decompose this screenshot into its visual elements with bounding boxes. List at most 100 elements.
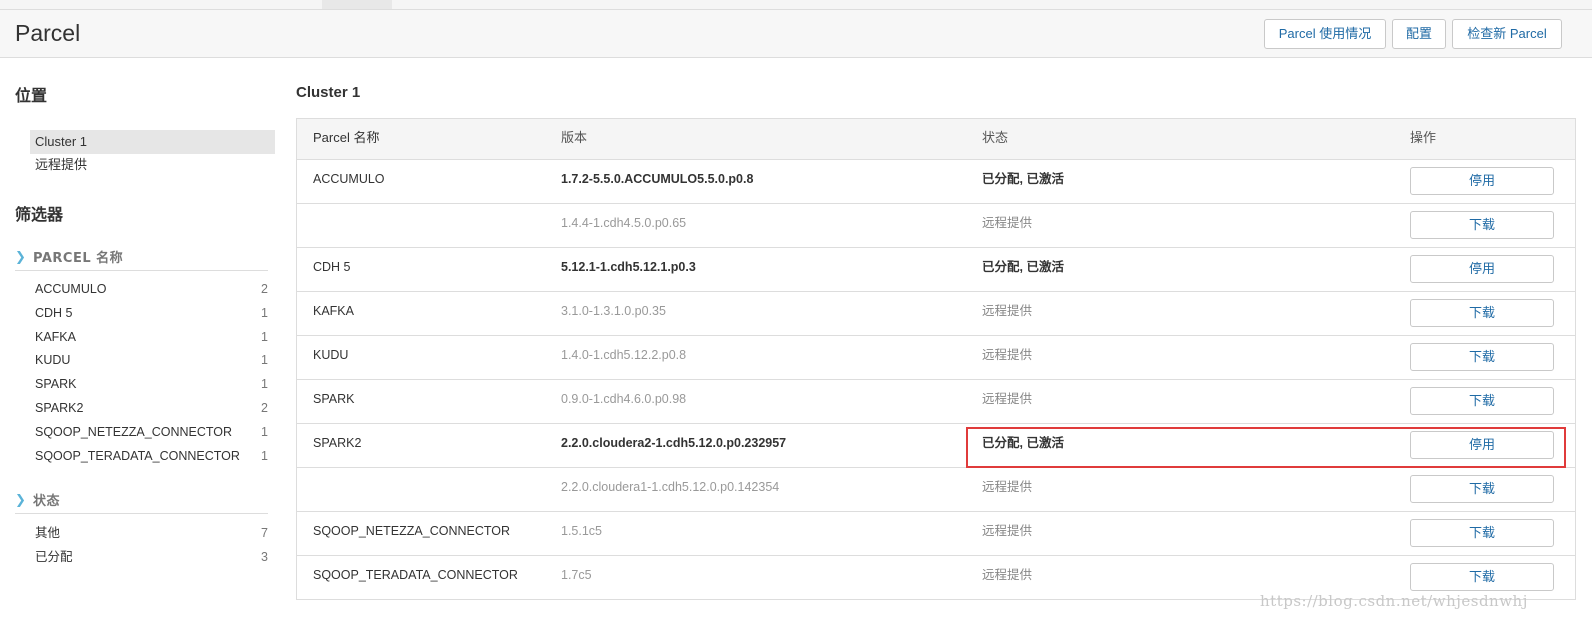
download-button[interactable]: 下载 [1410, 343, 1554, 371]
table-row: CDH 5 5.12.1-1.cdh5.12.1.p0.3 已分配, 已激活 停用 [297, 247, 1575, 291]
column-header-action: 操作 [1410, 130, 1437, 145]
filter-item-label: SQOOP_TERADATA_CONNECTOR [35, 448, 240, 463]
deactivate-button[interactable]: 停用 [1410, 255, 1554, 283]
filter-item-count: 1 [261, 353, 268, 368]
filter-item-label: CDH 5 [35, 305, 73, 320]
download-button[interactable]: 下载 [1410, 475, 1554, 503]
download-button[interactable]: 下载 [1410, 563, 1554, 591]
table-row: SPARK 0.9.0-1.cdh4.6.0.p0.98 远程提供 下载 [297, 379, 1575, 423]
status-cell: 远程提供 [982, 216, 1033, 230]
download-button[interactable]: 下载 [1410, 211, 1554, 239]
status-cell: 远程提供 [982, 568, 1033, 582]
parcel-name-filter-label: PARCEL 名称 [33, 251, 124, 266]
page-header: Parcel Parcel 使用情况 配置 检查新 Parcel [0, 9, 1592, 58]
filter-item-label: SPARK [35, 377, 77, 392]
watermark: https://blog.csdn.net/whjesdnwhj [1260, 592, 1528, 610]
filter-item-count: 1 [261, 305, 268, 320]
filter-item-status[interactable]: 其他 7 [35, 522, 268, 544]
filter-item-label: 其他 [35, 526, 61, 540]
version-cell: 1.7c5 [561, 568, 592, 582]
table-row: KAFKA 3.1.0-1.3.1.0.p0.35 远程提供 下载 [297, 291, 1575, 335]
page-title: Parcel [15, 20, 81, 46]
filter-item-count: 7 [261, 526, 268, 540]
chevron-down-icon: ❯ [15, 493, 26, 508]
filter-item-count: 2 [261, 282, 268, 296]
status-cell: 远程提供 [982, 304, 1033, 318]
parcel-name-cell: SQOOP_TERADATA_CONNECTOR [313, 568, 518, 582]
filter-item-count: 1 [261, 448, 268, 463]
deactivate-button[interactable]: 停用 [1410, 431, 1554, 459]
tab-stub[interactable] [322, 0, 392, 9]
status-cell: 远程提供 [982, 392, 1033, 406]
version-cell: 1.4.4-1.cdh4.5.0.p0.65 [561, 216, 687, 230]
top-strip [0, 0, 1592, 9]
version-cell: 2.2.0.cloudera2-1.cdh5.12.0.p0.232957 [561, 436, 787, 450]
filter-item-parcel[interactable]: SQOOP_NETEZZA_CONNECTOR 1 [35, 421, 268, 443]
table-row: 1.4.4-1.cdh4.5.0.p0.65 远程提供 下载 [297, 203, 1575, 247]
parcel-name-cell: KAFKA [313, 304, 354, 318]
filter-item-count: 1 [261, 424, 268, 439]
filter-item-parcel[interactable]: KUDU 1 [35, 349, 268, 371]
column-header-name: Parcel 名称 [313, 130, 380, 145]
version-cell: 5.12.1-1.cdh5.12.1.p0.3 [561, 260, 696, 274]
table-row: SQOOP_NETEZZA_CONNECTOR 1.5.1c5 远程提供 下载 [297, 511, 1575, 555]
table-row: ACCUMULO 1.7.2-5.5.0.ACCUMULO5.5.0.p0.8 已分… [297, 159, 1575, 203]
parcel-usage-button[interactable]: Parcel 使用情况 [1264, 19, 1386, 49]
parcel-table: Parcel 名称 版本 状态 操作 ACCUMULO 1.7.2-5.5.0.A… [296, 118, 1576, 600]
version-cell: 1.7.2-5.5.0.ACCUMULO5.5.0.p0.8 [561, 172, 754, 186]
filter-item-count: 1 [261, 377, 268, 392]
filter-item-label: 已分配 [35, 549, 73, 564]
status-cell: 远程提供 [982, 348, 1033, 362]
version-cell: 1.4.0-1.cdh5.12.2.p0.8 [561, 348, 687, 362]
config-button[interactable]: 配置 [1392, 19, 1446, 49]
filter-item-parcel[interactable]: SPARK2 2 [35, 397, 268, 419]
parcel-name-cell: CDH 5 [313, 260, 351, 274]
column-header-version: 版本 [561, 130, 588, 145]
download-button[interactable]: 下载 [1410, 387, 1554, 415]
filter-item-parcel[interactable]: CDH 5 1 [35, 302, 268, 324]
filter-item-parcel[interactable]: SPARK 1 [35, 373, 268, 395]
status-cell: 已分配, 已激活 [982, 260, 1064, 274]
cluster-title: Cluster 1 [296, 84, 361, 101]
parcel-name-cell: SPARK [313, 392, 355, 406]
filter-item-count: 2 [261, 401, 268, 415]
filter-item-label: SQOOP_NETEZZA_CONNECTOR [35, 424, 233, 439]
status-cell: 已分配, 已激活 [982, 436, 1064, 450]
table-row: KUDU 1.4.0-1.cdh5.12.2.p0.8 远程提供 下载 [297, 335, 1575, 379]
filter-item-label: KUDU [35, 353, 71, 368]
version-cell: 3.1.0-1.3.1.0.p0.35 [561, 304, 666, 318]
status-filter-group[interactable]: ❯ 状态 [15, 490, 268, 514]
filter-item-status[interactable]: 已分配 3 [35, 546, 268, 568]
version-cell: 0.9.0-1.cdh4.6.0.p0.98 [561, 392, 687, 406]
download-button[interactable]: 下载 [1410, 519, 1554, 547]
status-cell: 已分配, 已激活 [982, 172, 1064, 186]
column-header-status: 状态 [982, 130, 1009, 145]
filter-item-count: 1 [261, 329, 268, 344]
filter-item-label: ACCUMULO [35, 282, 107, 296]
parcel-name-filter-group[interactable]: ❯ PARCEL 名称 [15, 247, 268, 271]
location-heading: 位置 [15, 86, 48, 105]
filter-item-label: SPARK2 [35, 401, 84, 415]
version-cell: 2.2.0.cloudera1-1.cdh5.12.0.p0.142354 [561, 480, 780, 494]
filter-heading: 筛选器 [15, 205, 64, 224]
parcel-page: Parcel Parcel 使用情况 配置 检查新 Parcel 位置 Clus… [0, 0, 1592, 620]
status-cell: 远程提供 [982, 480, 1033, 494]
chevron-down-icon: ❯ [15, 250, 26, 265]
table-row: SPARK2 2.2.0.cloudera2-1.cdh5.12.0.p0.232… [297, 423, 1575, 467]
version-cell: 1.5.1c5 [561, 524, 603, 538]
filter-item-parcel[interactable]: SQOOP_TERADATA_CONNECTOR 1 [35, 445, 268, 467]
filter-item-parcel[interactable]: KAFKA 1 [35, 326, 268, 348]
deactivate-button[interactable]: 停用 [1410, 167, 1554, 195]
status-cell: 远程提供 [982, 524, 1033, 538]
parcel-name-cell: ACCUMULO [313, 172, 385, 186]
table-header: Parcel 名称 版本 状态 操作 [297, 119, 1575, 159]
location-remote[interactable]: 远程提供 [30, 153, 275, 177]
check-new-parcel-button[interactable]: 检查新 Parcel [1452, 19, 1562, 49]
status-filter-label: 状态 [33, 494, 61, 509]
filter-item-count: 3 [261, 549, 268, 564]
parcel-name-cell: SQOOP_NETEZZA_CONNECTOR [313, 524, 511, 538]
parcel-name-cell: SPARK2 [313, 436, 362, 450]
filter-item-parcel[interactable]: ACCUMULO 2 [35, 278, 268, 300]
location-cluster-1[interactable]: Cluster 1 [30, 130, 275, 154]
download-button[interactable]: 下载 [1410, 299, 1554, 327]
